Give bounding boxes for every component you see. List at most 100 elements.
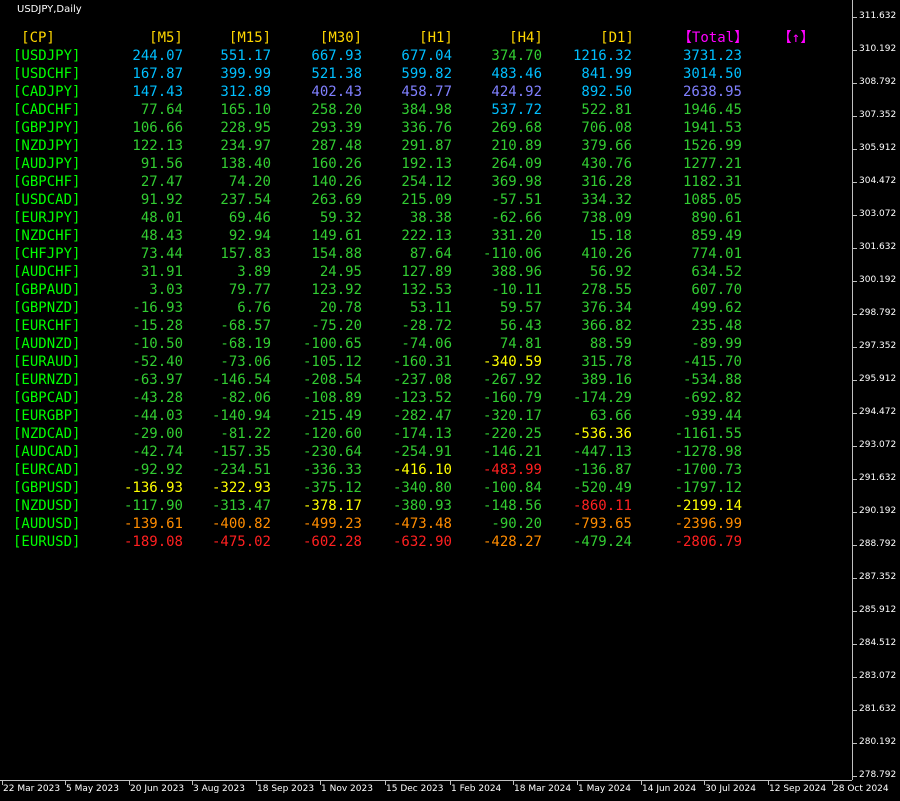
pair-label: [EURGBP] <box>13 408 81 424</box>
price-tick <box>853 479 857 480</box>
price-tick <box>853 50 857 51</box>
chart-title: USDJPY,Daily <box>17 4 82 15</box>
time-axis[interactable]: 22 Mar 2023 5 May 2023 20 Jun 2023 3 Aug 20… <box>0 780 889 801</box>
pair-label: [GBPCHF] <box>13 174 81 190</box>
strength-value: -230.64 <box>302 444 362 460</box>
pair-label: [EURUSD] <box>13 534 81 550</box>
price-label: 287.352 <box>859 572 897 582</box>
strength-value: 369.98 <box>491 174 542 190</box>
strength-value: -75.20 <box>311 318 362 334</box>
strength-value: 316.28 <box>581 174 632 190</box>
price-label: 285.912 <box>859 605 897 615</box>
strength-value: -380.93 <box>392 498 452 514</box>
strength-value: 74.81 <box>499 336 542 352</box>
price-tick <box>853 677 857 678</box>
pair-label: [EURNZD] <box>13 372 81 388</box>
strength-value: -57.51 <box>491 192 542 208</box>
strength-value: -479.24 <box>572 534 632 550</box>
pair-label: [NZDCHF] <box>13 228 81 244</box>
price-tick <box>853 446 857 447</box>
pair-label: [EURAUD] <box>13 354 81 370</box>
strength-value: 402.43 <box>311 84 362 100</box>
strength-value: 48.01 <box>140 210 183 226</box>
price-tick <box>853 248 857 249</box>
strength-value: 424.92 <box>491 84 542 100</box>
price-tick <box>853 281 857 282</box>
strength-value: 244.07 <box>132 48 183 64</box>
strength-value: 336.76 <box>401 120 452 136</box>
strength-value: 1941.53 <box>682 120 742 136</box>
price-label: 304.472 <box>859 176 897 186</box>
strength-value: 165.10 <box>220 102 271 118</box>
strength-value: 15.18 <box>589 228 632 244</box>
strength-value: 2638.95 <box>682 84 742 100</box>
price-tick <box>853 611 857 612</box>
time-label: 3 Aug 2023 <box>193 784 245 794</box>
strength-value: -375.12 <box>302 480 362 496</box>
strength-value: -313.47 <box>211 498 271 514</box>
strength-value: -120.60 <box>302 426 362 442</box>
strength-value: 160.26 <box>311 156 362 172</box>
strength-value: 551.17 <box>220 48 271 64</box>
strength-value: 87.64 <box>409 246 452 262</box>
pair-label: [AUDNZD] <box>13 336 81 352</box>
strength-value: -336.33 <box>302 462 362 478</box>
time-label: 15 Dec 2023 <box>386 784 444 794</box>
strength-value: -174.13 <box>392 426 452 442</box>
pair-label: [AUDJPY] <box>13 156 81 172</box>
strength-value: 841.99 <box>581 66 632 82</box>
strength-value: -136.93 <box>123 480 183 496</box>
strength-value: 48.43 <box>140 228 183 244</box>
strength-value: 149.61 <box>311 228 362 244</box>
column-header: [M30] <box>319 30 363 46</box>
strength-value: 291.87 <box>401 138 452 154</box>
strength-value: -208.54 <box>302 372 362 388</box>
strength-value: 77.64 <box>140 102 183 118</box>
column-header: [H1] <box>419 30 453 46</box>
strength-value: 237.54 <box>220 192 271 208</box>
strength-value: 3731.23 <box>682 48 742 64</box>
strength-value: 859.49 <box>691 228 742 244</box>
strength-value: 91.92 <box>140 192 183 208</box>
strength-value: 379.66 <box>581 138 632 154</box>
strength-value: 537.72 <box>491 102 542 118</box>
strength-value: -483.99 <box>482 462 542 478</box>
strength-value: -74.06 <box>401 336 452 352</box>
price-tick <box>853 116 857 117</box>
strength-value: 499.62 <box>691 300 742 316</box>
price-tick <box>853 512 857 513</box>
price-tick <box>853 182 857 183</box>
price-label: 311.632 <box>859 11 897 21</box>
time-label: 20 Jun 2023 <box>130 784 185 794</box>
strength-value: 254.12 <box>401 174 452 190</box>
strength-value: -475.02 <box>211 534 271 550</box>
strength-value: 607.70 <box>691 282 742 298</box>
price-label: 294.472 <box>859 407 897 417</box>
strength-value: -52.40 <box>132 354 183 370</box>
strength-value: 210.89 <box>491 138 542 154</box>
strength-value: -536.36 <box>572 426 632 442</box>
pair-label: [CHFJPY] <box>13 246 81 262</box>
strength-value: -939.44 <box>682 408 742 424</box>
strength-value: -602.28 <box>302 534 362 550</box>
strength-value: 389.16 <box>581 372 632 388</box>
price-axis[interactable]: 311.632 310.192 308.792 307.352 305.912 304.4… <box>852 0 900 780</box>
strength-value: 315.78 <box>581 354 632 370</box>
price-label: 283.072 <box>859 671 897 681</box>
strength-value: -534.88 <box>682 372 742 388</box>
chart-area[interactable]: USDJPY,Daily [CP] [M5] [M15] [M30] [H1] [H4] [… <box>0 0 852 780</box>
time-label: 14 Jun 2024 <box>642 784 697 794</box>
strength-value: -320.17 <box>482 408 542 424</box>
strength-value: -73.06 <box>220 354 271 370</box>
pair-label: [CADCHF] <box>13 102 81 118</box>
strength-value: -237.08 <box>392 372 452 388</box>
strength-value: -123.52 <box>392 390 452 406</box>
column-header: 【Total】 <box>677 30 749 46</box>
strength-value: 167.87 <box>132 66 183 82</box>
strength-value: -2199.14 <box>674 498 742 514</box>
price-label: 288.792 <box>859 539 897 549</box>
pair-label: [GBPUSD] <box>13 480 81 496</box>
strength-value: 215.09 <box>401 192 452 208</box>
price-label: 278.792 <box>859 770 897 780</box>
strength-value: -81.22 <box>220 426 271 442</box>
